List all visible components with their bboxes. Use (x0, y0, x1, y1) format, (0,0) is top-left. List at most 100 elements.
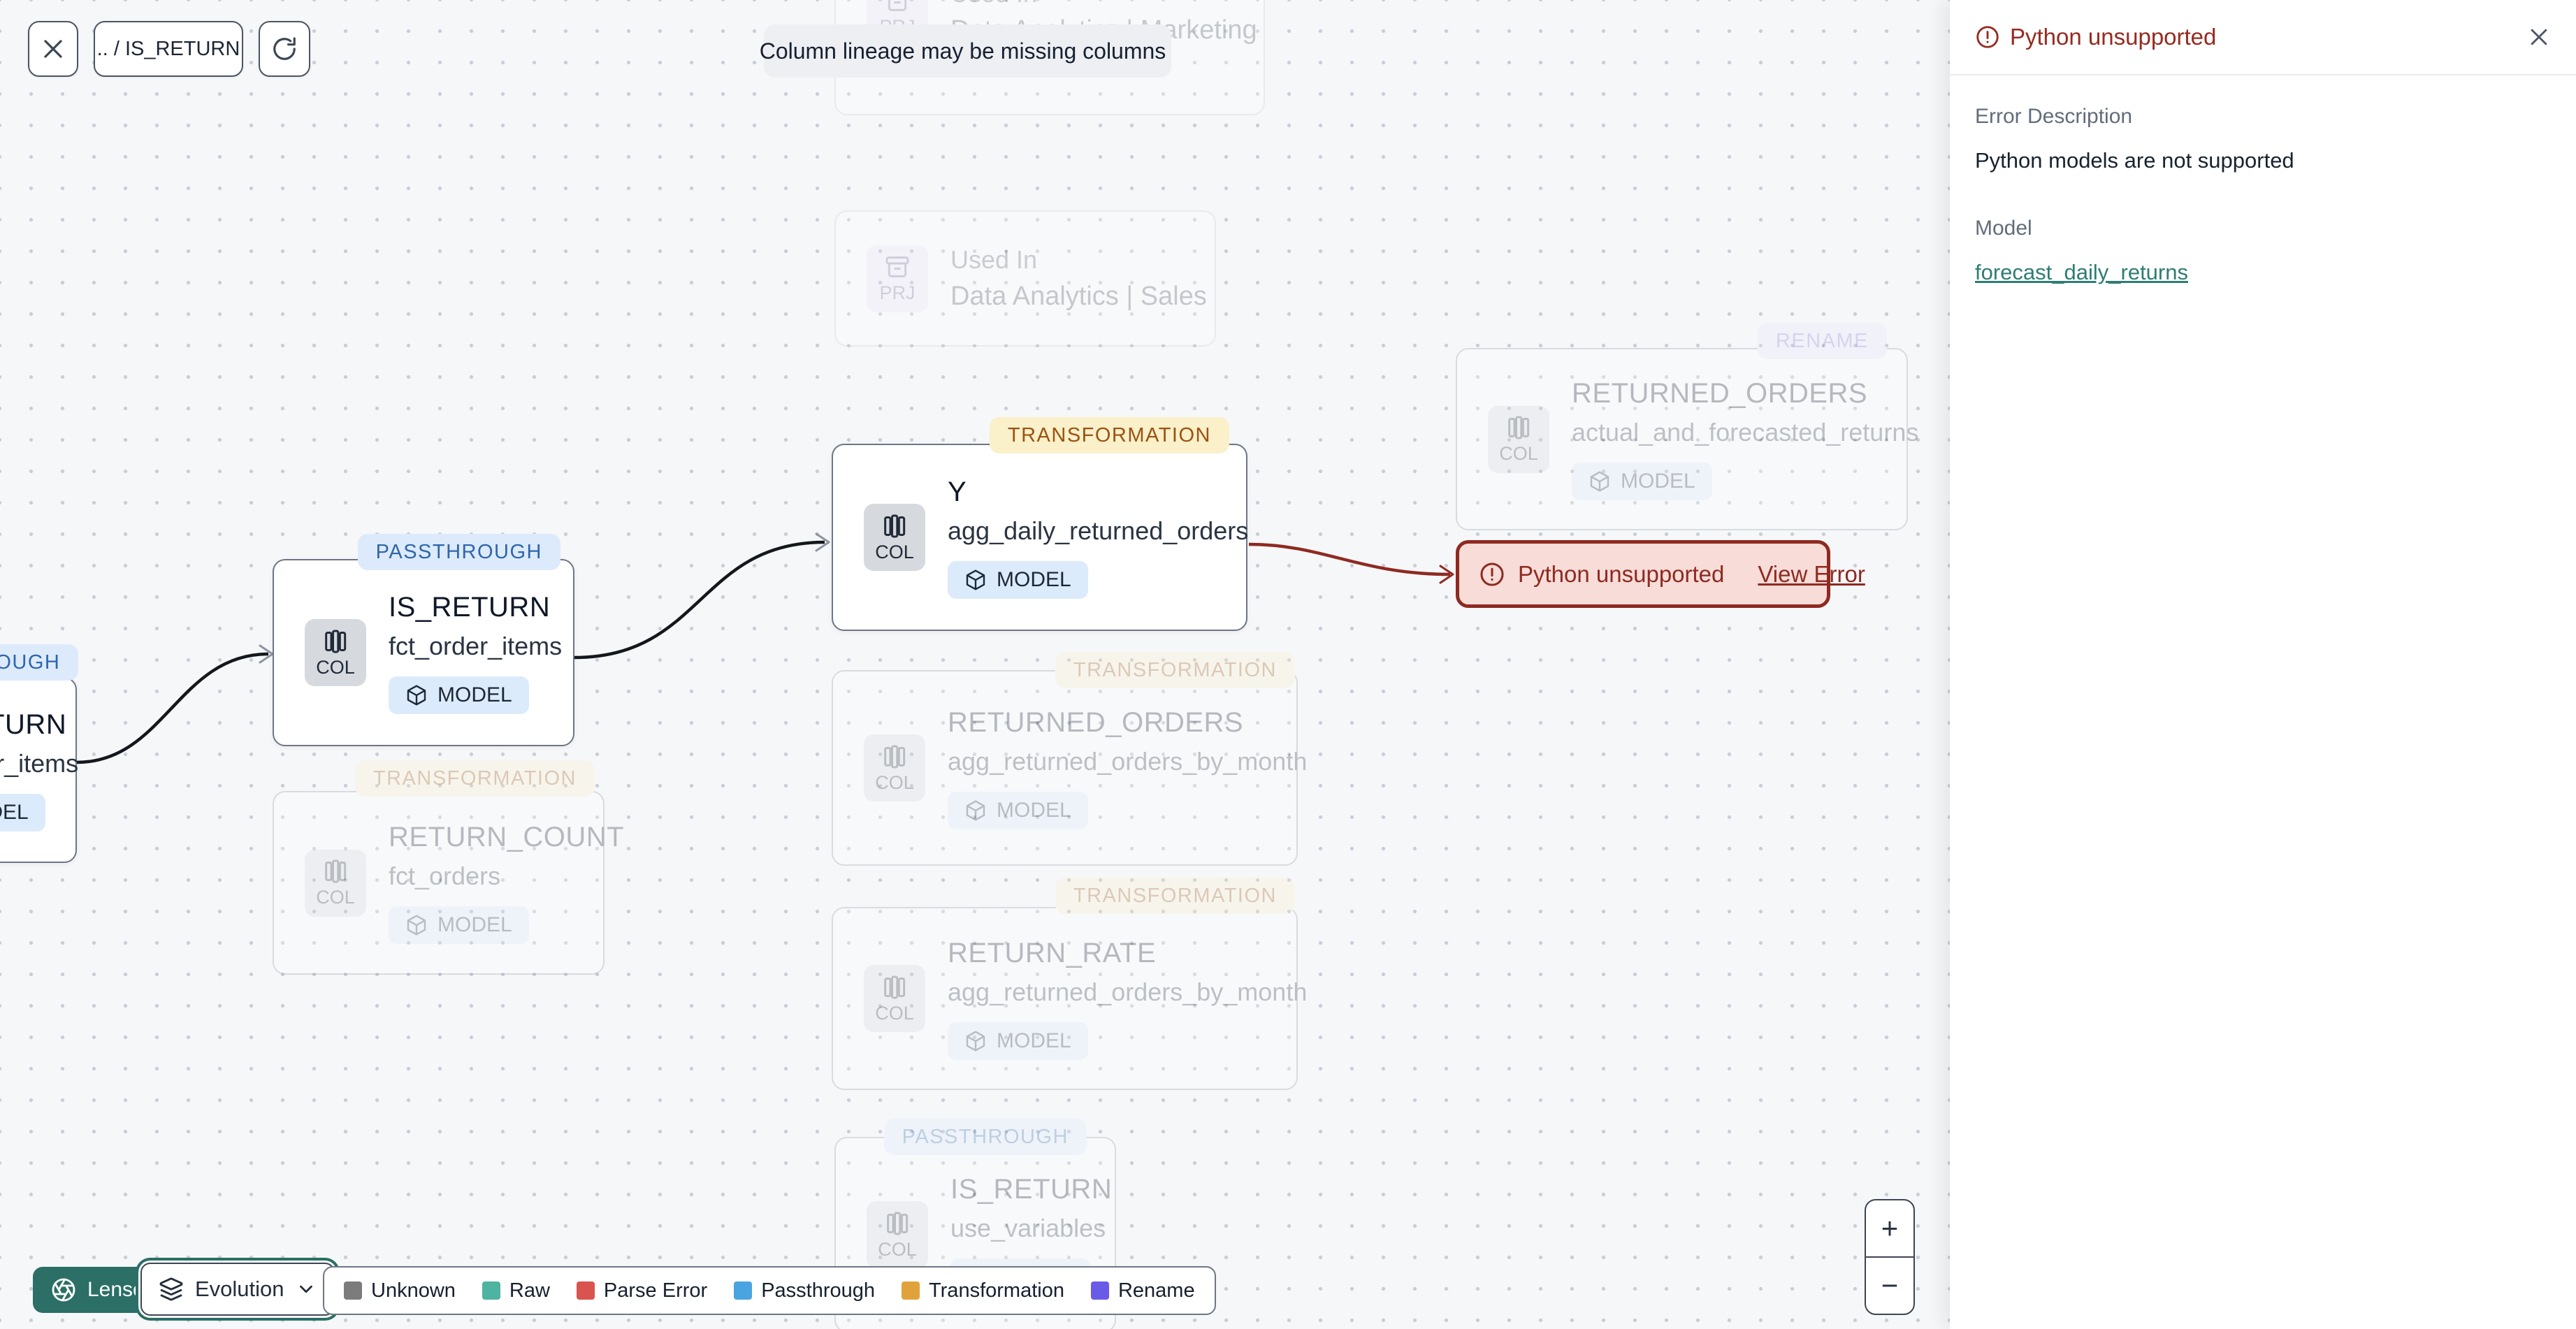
node-model-name: use_variables (950, 1213, 1106, 1242)
error-detail-panel: Python unsupported Error Description Pyt… (1950, 0, 2576, 1329)
node-returned-orders-by-month[interactable]: TRANSFORMATION COL RETURNED_ORDERS agg_r… (832, 652, 1307, 866)
cube-icon (964, 799, 987, 822)
node-model-name: fct_order_items (0, 748, 79, 778)
columns-icon (321, 857, 349, 885)
error-node-python-unsupported[interactable]: Python unsupported View Error (1456, 540, 1865, 608)
column-chip: COL (305, 849, 366, 917)
node-model-name: fct_orders (389, 862, 501, 890)
panel-body: Error Description Python models are not … (1950, 75, 2576, 314)
node-return-rate[interactable]: TRANSFORMATION COL RETURN_RATE agg_retur… (832, 878, 1307, 1090)
zoom-out-button[interactable]: − (1866, 1256, 1913, 1314)
breadcrumb-button[interactable]: .. / IS_RETURN (94, 21, 243, 77)
node-return-count-fct-orders[interactable]: TRANSFORMATION COL RETURN_COUNT fct_orde… (273, 760, 624, 975)
node-model-name: fct_order_items (389, 631, 563, 660)
node-is-return-fct-order-items-cut[interactable]: PASSTHROUGH COL IS_RETURN fct_order_item… (0, 644, 79, 863)
model-pill: MODEL (1572, 463, 1712, 500)
legend-swatch (482, 1281, 500, 1300)
alert-circle-icon (1975, 24, 2000, 50)
column-chip: COL (867, 1201, 928, 1268)
legend-swatch (902, 1281, 920, 1300)
legend-item-parse-error: Parse Error (576, 1279, 707, 1302)
legend-swatch (734, 1281, 753, 1300)
badge-transformation: TRANSFORMATION (989, 417, 1229, 453)
error-description-label: Error Description (1975, 105, 2133, 128)
node-y-agg-daily-returned-orders[interactable]: TRANSFORMATION COL Y agg_daily_returned_… (832, 417, 1249, 631)
badge-passthrough: PASSTHROUGH (883, 1119, 1087, 1155)
columns-icon (881, 973, 909, 1001)
badge-transformation: TRANSFORMATION (354, 760, 595, 797)
archive-icon (883, 253, 911, 281)
badge-passthrough: PASSTHROUGH (357, 534, 560, 570)
columns-icon (881, 512, 909, 540)
model-pill: MODEL (389, 906, 529, 944)
node-title: Y (948, 476, 967, 507)
legend-swatch (576, 1281, 595, 1300)
model-label: Model (1975, 217, 2032, 240)
node-is-return-fct-order-items[interactable]: PASSTHROUGH COL IS_RETURN fct_order_item… (273, 534, 574, 746)
zoom-in-button[interactable]: + (1866, 1200, 1913, 1256)
node-model-name: agg_returned_orders_by_month (948, 746, 1308, 776)
node-title: IS_RETURN (389, 591, 551, 623)
node-model-name: agg_daily_returned_orders (948, 516, 1249, 545)
columns-icon (1505, 414, 1533, 442)
close-panel-button[interactable] (2527, 25, 2551, 49)
column-chip: COL (864, 734, 925, 801)
refresh-button[interactable] (259, 21, 310, 77)
column-chip: COL (1488, 405, 1549, 473)
badge-passthrough: PASSTHROUGH (0, 644, 79, 681)
lineage-app: PASSTHROUGH COL IS_RETURN fct_order_item… (0, 0, 2576, 1329)
cube-icon (964, 569, 987, 591)
column-chip: COL (864, 504, 925, 571)
model-link[interactable]: forecast_daily_returns (1975, 260, 2188, 285)
lens-selected-value: Evolution (195, 1277, 284, 1301)
model-pill: MODEL (948, 560, 1088, 599)
cube-icon (405, 684, 428, 706)
cube-icon (1589, 470, 1611, 493)
zoom-controls: + − (1865, 1199, 1915, 1315)
panel-header: Python unsupported (1950, 0, 2576, 75)
badge-transformation: TRANSFORMATION (1055, 878, 1295, 914)
layers-icon (159, 1277, 184, 1302)
close-lineage-button[interactable] (28, 21, 78, 77)
lens-selector-dropdown[interactable]: Evolution (140, 1263, 335, 1316)
legend-item-unknown: Unknown (344, 1279, 456, 1302)
banner-text: Column lineage may be missing columns (759, 38, 1166, 64)
error-node-label: Python unsupported (1518, 560, 1725, 587)
error-description-text: Python models are not supported (1975, 148, 2294, 173)
node-returned-orders-forecasted[interactable]: RENAME COL RETURNED_ORDERS actual_and_fo… (1456, 323, 1918, 530)
legend-item-passthrough: Passthrough (734, 1279, 875, 1302)
model-pill: MODEL (0, 793, 45, 831)
model-pill: MODEL (948, 791, 1088, 829)
refresh-icon (271, 36, 298, 62)
panel-title: Python unsupported (1975, 24, 2216, 50)
badge-rename: RENAME (1757, 323, 1887, 359)
node-title: IS_RETURN (0, 709, 67, 740)
close-icon (40, 36, 66, 62)
node-title: IS_RETURN (950, 1173, 1113, 1205)
column-chip: COL (305, 619, 366, 686)
model-pill: MODEL (389, 676, 529, 714)
columns-icon (883, 1210, 911, 1237)
node-model-name: agg_returned_orders_by_month (948, 977, 1308, 1006)
close-icon (2527, 25, 2551, 49)
column-chip: COL (864, 965, 925, 1032)
node-used-in-sales[interactable]: PRJ Used In Data Analytics | Sales (834, 210, 1216, 347)
node-title: RETURN_COUNT (389, 822, 625, 852)
lens-legend: Unknown Raw Parse Error Passthrough Tran… (323, 1266, 1216, 1315)
node-project-name: Data Analytics | Sales (950, 282, 1207, 311)
cube-icon (405, 914, 428, 936)
lineage-canvas[interactable]: PASSTHROUGH COL IS_RETURN fct_order_item… (0, 0, 1950, 1329)
chevron-down-icon (296, 1279, 317, 1300)
columns-icon (881, 743, 909, 771)
legend-item-rename: Rename (1090, 1279, 1195, 1302)
lineage-warning-banner: Column lineage may be missing columns (760, 24, 1171, 78)
legend-swatch (1090, 1281, 1109, 1300)
node-title: Used In (950, 0, 1037, 8)
badge-transformation: TRANSFORMATION (1055, 652, 1295, 688)
project-chip: PRJ (867, 245, 928, 312)
node-title: RETURNED_ORDERS (948, 706, 1244, 738)
legend-swatch (344, 1281, 362, 1300)
aperture-icon (51, 1277, 76, 1302)
view-error-link[interactable]: View Error (1758, 561, 1865, 588)
node-title: RETURN_RATE (948, 937, 1157, 968)
